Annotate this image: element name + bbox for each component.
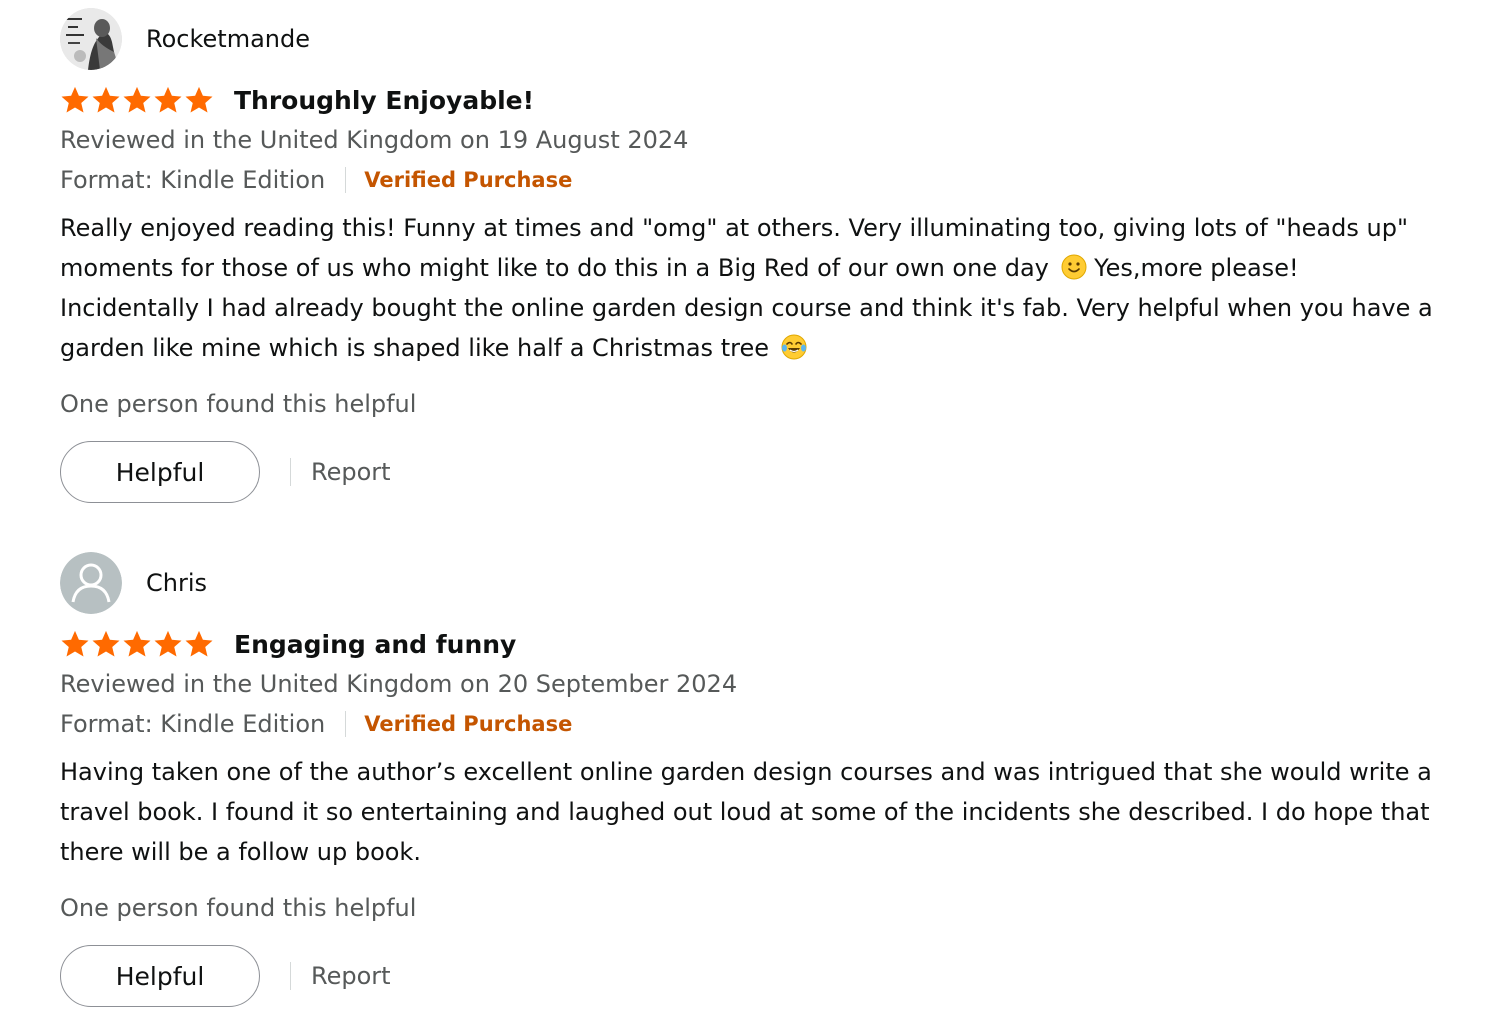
star-icon: [123, 630, 151, 657]
reviewer-avatar[interactable]: [60, 552, 122, 614]
report-link[interactable]: Report: [311, 458, 391, 486]
review-date: Reviewed in the United Kingdom on 19 Aug…: [60, 126, 689, 154]
review-format-row: Format: Kindle Edition Verified Purchase: [60, 706, 572, 742]
format-link[interactable]: Format: Kindle Edition: [60, 710, 325, 738]
review-body: Really enjoyed reading this! Funny at ti…: [60, 208, 1440, 368]
reviewer-name[interactable]: Rocketmande: [146, 27, 310, 51]
face-with-tears-of-joy-emoji-icon: [781, 334, 807, 360]
helpful-button[interactable]: Helpful: [60, 441, 260, 503]
reviewer-avatar[interactable]: [60, 8, 122, 70]
reviewer-name[interactable]: Chris: [146, 571, 207, 595]
verified-purchase-badge[interactable]: Verified Purchase: [364, 712, 572, 736]
helpful-count-text: One person found this helpful: [60, 390, 417, 418]
review-date: Reviewed in the United Kingdom on 20 Sep…: [60, 670, 738, 698]
report-link[interactable]: Report: [311, 962, 391, 990]
star-icon: [92, 86, 120, 113]
reviewer-profile[interactable]: Rocketmande: [60, 8, 310, 70]
star-icon: [123, 86, 151, 113]
review-actions: Helpful Report: [60, 944, 391, 1008]
format-link[interactable]: Format: Kindle Edition: [60, 166, 325, 194]
review-body: Having taken one of the author’s excelle…: [60, 752, 1440, 872]
star-icon: [61, 86, 89, 113]
slightly-smiling-face-emoji-icon: [1061, 254, 1086, 280]
star-rating[interactable]: [60, 629, 214, 659]
photo-avatar-icon: [60, 8, 122, 70]
star-icon: [154, 630, 182, 657]
reviewer-profile[interactable]: Chris: [60, 552, 207, 614]
star-icon: [185, 630, 213, 657]
star-icon: [92, 630, 120, 657]
review-text: Having taken one of the author’s excelle…: [60, 758, 1432, 866]
review-title-row: Throughly Enjoyable!: [60, 82, 534, 118]
star-rating[interactable]: [60, 85, 214, 115]
review-title[interactable]: Engaging and funny: [234, 630, 516, 659]
star-icon: [154, 86, 182, 113]
helpful-button[interactable]: Helpful: [60, 945, 260, 1007]
verified-purchase-badge[interactable]: Verified Purchase: [364, 168, 572, 192]
helpful-count-text: One person found this helpful: [60, 894, 417, 922]
review-title[interactable]: Throughly Enjoyable!: [234, 86, 534, 115]
review-format-row: Format: Kindle Edition Verified Purchase: [60, 162, 572, 198]
review-title-row: Engaging and funny: [60, 626, 516, 662]
review-actions: Helpful Report: [60, 440, 391, 504]
divider: [290, 962, 291, 990]
star-icon: [185, 86, 213, 113]
divider: [345, 711, 347, 737]
divider: [290, 458, 291, 486]
default-person-avatar-icon: [60, 552, 122, 614]
divider: [345, 167, 347, 193]
star-icon: [61, 630, 89, 657]
